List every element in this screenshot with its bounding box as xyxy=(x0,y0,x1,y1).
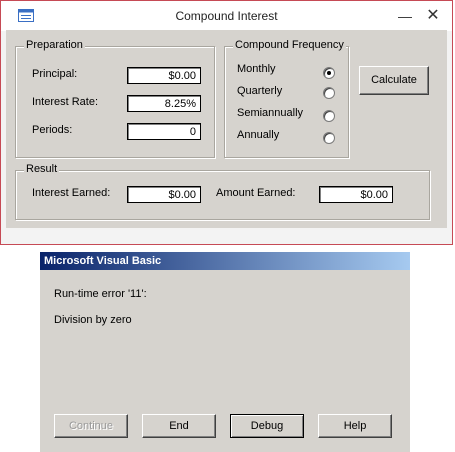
quarterly-label: Quarterly xyxy=(237,85,283,97)
annually-label: Annually xyxy=(237,129,280,141)
interest-earned-label: Interest Earned: xyxy=(32,187,111,199)
end-button[interactable]: End xyxy=(142,414,216,438)
interest-rate-field[interactable]: 8.25% xyxy=(127,95,201,112)
title-bar[interactable]: Compound Interest — ✕ xyxy=(1,1,452,31)
compound-interest-window: Compound Interest — ✕ Preparation Princi… xyxy=(0,0,453,245)
calculate-button[interactable]: Calculate xyxy=(359,66,429,95)
vba-error-dialog: Microsoft Visual Basic Run-time error '1… xyxy=(40,252,410,452)
radio-selected-dot xyxy=(327,71,331,75)
error-code-text: Run-time error '11': xyxy=(54,288,147,300)
amount-earned-label: Amount Earned: xyxy=(216,187,296,199)
amount-earned-field[interactable]: $0.00 xyxy=(319,186,393,203)
periods-field[interactable]: 0 xyxy=(127,123,201,140)
periods-label: Periods: xyxy=(32,124,73,136)
principal-label: Principal: xyxy=(32,68,78,80)
debug-button[interactable]: Debug xyxy=(230,414,304,438)
semiannually-label: Semiannually xyxy=(237,107,304,119)
principal-field[interactable]: $0.00 xyxy=(127,67,201,84)
monthly-label: Monthly xyxy=(237,63,276,75)
close-button[interactable]: ✕ xyxy=(422,6,444,26)
interest-earned-field[interactable]: $0.00 xyxy=(127,186,201,203)
annually-radio[interactable] xyxy=(323,132,335,144)
result-group: Result Interest Earned: $0.00 Amount Ear… xyxy=(15,163,430,220)
continue-button[interactable]: Continue xyxy=(54,414,128,438)
interest-rate-label: Interest Rate: xyxy=(32,96,99,108)
semiannually-radio[interactable] xyxy=(323,110,335,122)
preparation-legend: Preparation xyxy=(24,39,85,51)
dialog-title-bar[interactable]: Microsoft Visual Basic xyxy=(40,252,410,270)
help-button[interactable]: Help xyxy=(318,414,392,438)
quarterly-radio[interactable] xyxy=(323,87,335,99)
error-message-text: Division by zero xyxy=(54,314,132,326)
monthly-radio[interactable] xyxy=(323,67,335,79)
compound-frequency-group: Compound Frequency Monthly Quarterly Sem… xyxy=(224,39,349,158)
window-title: Compound Interest xyxy=(175,9,278,23)
result-legend: Result xyxy=(24,163,60,175)
compound-frequency-legend: Compound Frequency xyxy=(233,39,346,51)
form-client-area: Preparation Principal: $0.00 Interest Ra… xyxy=(6,30,447,228)
preparation-group: Preparation Principal: $0.00 Interest Ra… xyxy=(15,39,215,158)
minimize-button[interactable]: — xyxy=(394,6,416,26)
